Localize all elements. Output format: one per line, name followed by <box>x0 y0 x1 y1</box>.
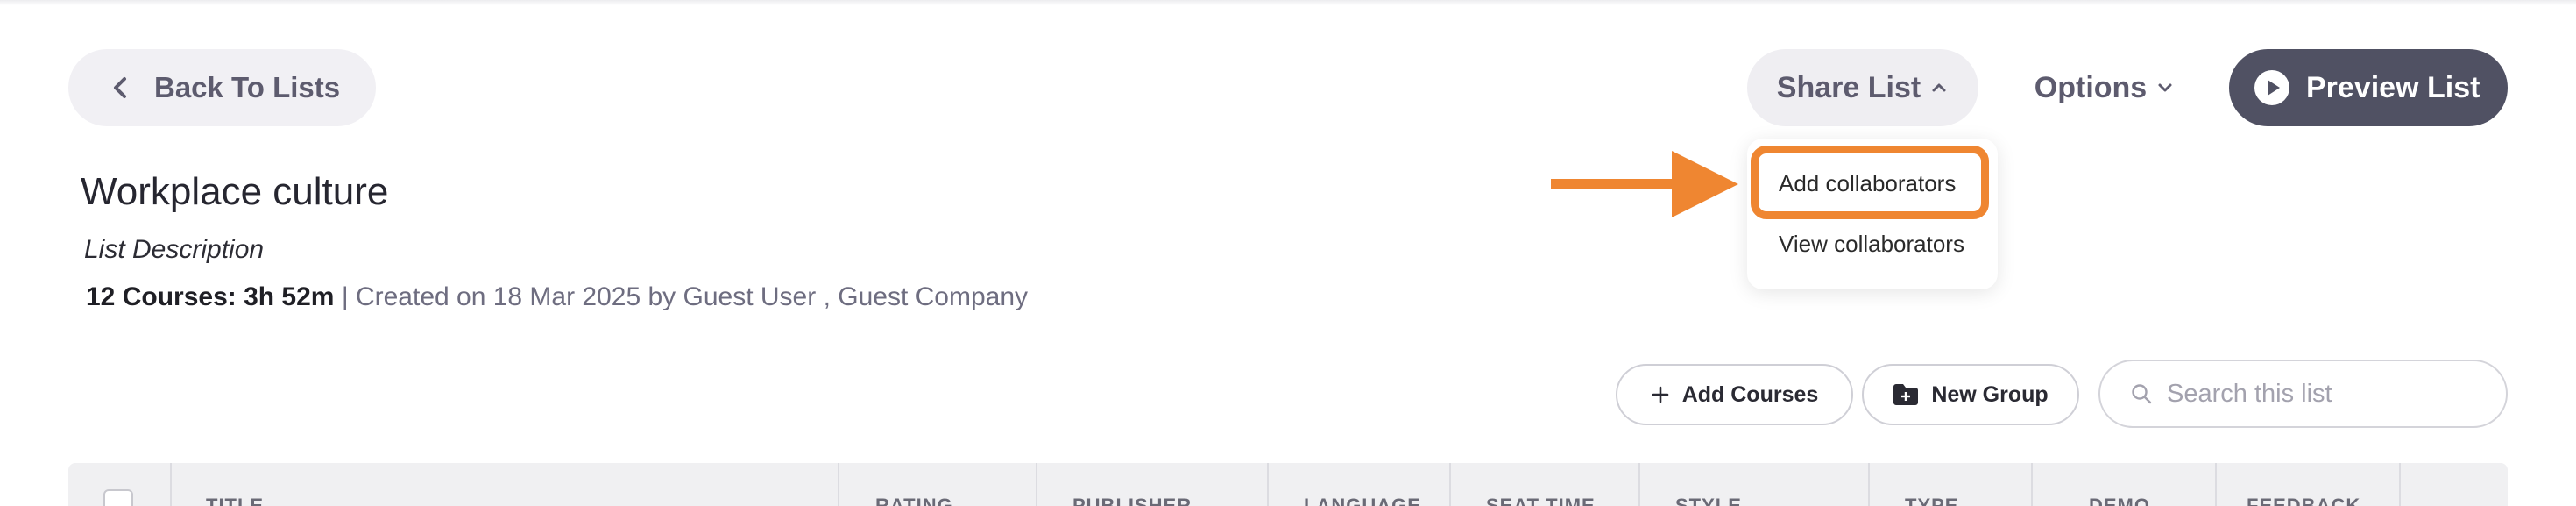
column-header-publisher[interactable]: PUBLISHER <box>1072 495 1192 506</box>
column-divider <box>1036 463 1037 506</box>
list-title: Workplace culture <box>81 170 389 213</box>
back-to-lists-button[interactable]: Back To Lists <box>68 49 376 126</box>
course-summary: 12 Courses: 3h 52m <box>86 282 335 311</box>
column-divider <box>170 463 172 506</box>
column-divider <box>1868 463 1870 506</box>
column-header-type[interactable]: TYPE <box>1905 495 1958 506</box>
column-header-demo[interactable]: DEMO <box>2089 495 2150 506</box>
share-list-label: Share List <box>1776 70 1921 104</box>
search-placeholder: Search this list <box>2167 379 2332 408</box>
chevron-up-icon <box>1932 83 1946 92</box>
list-meta: 12 Courses: 3h 52m | Created on 18 Mar 2… <box>86 282 1028 312</box>
preview-list-button[interactable]: Preview List <box>2229 49 2508 126</box>
column-divider <box>2399 463 2401 506</box>
preview-list-label: Preview List <box>2306 70 2480 104</box>
view-collaborators-menu-item[interactable]: View collaborators <box>1779 231 1964 258</box>
back-to-lists-label: Back To Lists <box>154 71 341 103</box>
column-header-seat-time[interactable]: SEAT TIME <box>1486 495 1596 506</box>
column-divider <box>1267 463 1269 506</box>
list-description: List Description <box>84 235 265 264</box>
play-icon <box>2254 70 2289 105</box>
share-list-button[interactable]: Share List <box>1747 49 1978 126</box>
add-courses-button[interactable]: Add Courses <box>1616 364 1853 425</box>
plus-icon <box>1652 386 1669 403</box>
arrow-right-icon <box>1551 151 1738 217</box>
column-header-language[interactable]: LANGUAGE <box>1304 495 1421 506</box>
search-input[interactable]: Search this list <box>2098 360 2508 428</box>
column-header-style[interactable]: STYLE <box>1675 495 1742 506</box>
table-header: TITLE RATING PUBLISHER LANGUAGE SEAT TIM… <box>68 463 2508 506</box>
chevron-left-icon <box>114 77 126 98</box>
top-edge-shadow <box>0 0 2576 5</box>
add-courses-label: Add Courses <box>1681 381 1819 407</box>
column-header-rating[interactable]: RATING <box>875 495 953 506</box>
meta-separator: | <box>341 282 349 311</box>
add-collaborators-menu-item[interactable]: Add collaborators <box>1779 170 1956 197</box>
column-divider <box>1638 463 1640 506</box>
search-icon <box>2132 384 2152 404</box>
options-label: Options <box>2034 70 2148 104</box>
column-divider <box>1449 463 1451 506</box>
column-header-feedback[interactable]: FEEDBACK <box>2247 495 2360 506</box>
new-group-button[interactable]: New Group <box>1862 364 2079 425</box>
column-divider <box>2215 463 2217 506</box>
select-all-checkbox[interactable] <box>103 489 133 506</box>
created-info: Created on 18 Mar 2025 by Guest User , G… <box>355 282 1029 311</box>
column-divider <box>838 463 839 506</box>
chevron-down-icon <box>2158 83 2172 92</box>
new-group-label: New Group <box>1931 381 2049 407</box>
column-divider <box>2031 463 2033 506</box>
folder-plus-icon <box>1893 384 1919 405</box>
column-header-title[interactable]: TITLE <box>206 495 264 506</box>
options-button[interactable]: Options <box>2017 49 2192 126</box>
